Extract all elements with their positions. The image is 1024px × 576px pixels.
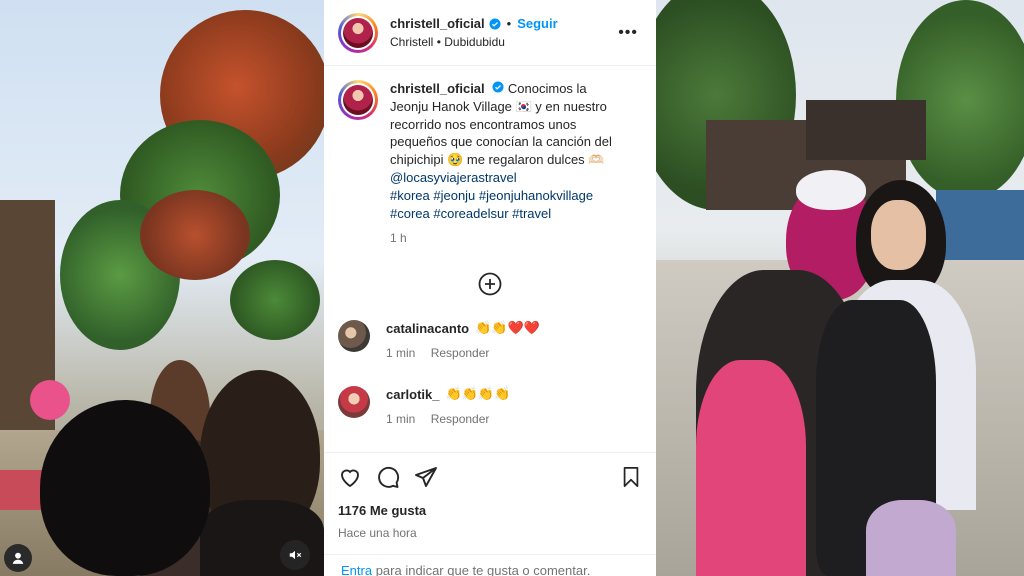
comment-prompt: Entra para indicar que te gusta o coment… xyxy=(324,554,656,576)
reply-button[interactable]: Responder xyxy=(431,346,490,360)
reply-button[interactable]: Responder xyxy=(431,412,490,426)
commenter-username[interactable]: carlotik_ xyxy=(386,387,439,402)
add-circle-icon xyxy=(478,272,502,296)
comment-text: 👏👏❤️❤️ xyxy=(475,320,540,336)
caption-hashtags[interactable]: #korea #jeonju #jeonjuhanokvillage #core… xyxy=(390,188,593,221)
audio-separator: • xyxy=(436,35,441,49)
follow-button[interactable]: Seguir xyxy=(517,16,557,31)
hanok-building xyxy=(806,100,926,160)
user-icon xyxy=(12,552,24,564)
separator-dot: • xyxy=(506,16,512,31)
caption-time: 1 h xyxy=(390,231,407,246)
commenter-avatar[interactable] xyxy=(338,386,370,419)
audio-track: Dubidubidu xyxy=(444,35,505,49)
commenter-username[interactable]: catalinacanto xyxy=(386,321,469,336)
caption-username[interactable]: christell_oficial xyxy=(390,81,485,96)
author-username[interactable]: christell_oficial xyxy=(390,16,485,31)
action-bar: 1176 Me gusta Hace una hora xyxy=(324,452,656,540)
comment-time: 1 min xyxy=(386,412,416,427)
save-button[interactable] xyxy=(620,466,642,488)
like-button[interactable] xyxy=(338,465,362,489)
login-link[interactable]: Entra xyxy=(341,563,372,576)
speaker-muted-icon xyxy=(289,550,302,560)
comment-text: 👏👏👏👏 xyxy=(445,386,511,402)
load-more-comments-button[interactable] xyxy=(324,272,656,296)
comment-item: carlotik_ 👏👏👏👏 1 min Responder xyxy=(324,386,656,426)
caption: christell_oficial Conocimos la Jeonju Ha… xyxy=(324,66,656,248)
comment-time: 1 min xyxy=(386,346,416,361)
like-count[interactable]: 1176 Me gusta xyxy=(338,503,642,518)
left-video-panel[interactable] xyxy=(0,0,324,576)
skirt xyxy=(866,500,956,576)
comment-button[interactable] xyxy=(376,465,400,489)
prompt-text: para indicar que te gusta o comentar. xyxy=(375,563,591,576)
cap xyxy=(796,170,866,210)
verified-badge-icon xyxy=(489,18,501,30)
comment-item: catalinacanto 👏👏❤️❤️ 1 min Responder xyxy=(324,320,656,360)
share-button[interactable] xyxy=(414,465,438,489)
commenter-avatar[interactable] xyxy=(338,320,370,353)
shop-sign xyxy=(30,380,70,420)
post-panel: christell_oficial • Seguir Christell • D… xyxy=(324,0,656,576)
account-button[interactable] xyxy=(4,544,32,572)
pink-jacket xyxy=(696,360,806,576)
audio-info[interactable]: Christell • Dubidubidu xyxy=(390,35,614,49)
right-video-panel[interactable] xyxy=(656,0,1024,576)
face xyxy=(871,200,926,270)
person-head xyxy=(40,400,210,576)
shop-stall xyxy=(936,190,1024,260)
comment-bubble-icon xyxy=(378,466,400,488)
paper-plane-icon xyxy=(415,467,437,487)
tree-red xyxy=(140,190,250,280)
bookmark-icon xyxy=(623,466,639,488)
caption-mention[interactable]: @locasyviajerastravel xyxy=(390,170,517,185)
author-avatar[interactable] xyxy=(338,12,378,53)
heart-icon xyxy=(341,469,359,488)
verified-badge-icon xyxy=(492,81,504,93)
more-options-button[interactable]: ••• xyxy=(614,20,642,46)
caption-author-avatar[interactable] xyxy=(338,80,378,120)
post-header: christell_oficial • Seguir Christell • D… xyxy=(324,0,656,66)
audio-artist: Christell xyxy=(390,35,434,49)
mute-button[interactable] xyxy=(280,540,310,570)
tree-green xyxy=(230,260,320,340)
post-timestamp: Hace una hora xyxy=(338,526,417,540)
